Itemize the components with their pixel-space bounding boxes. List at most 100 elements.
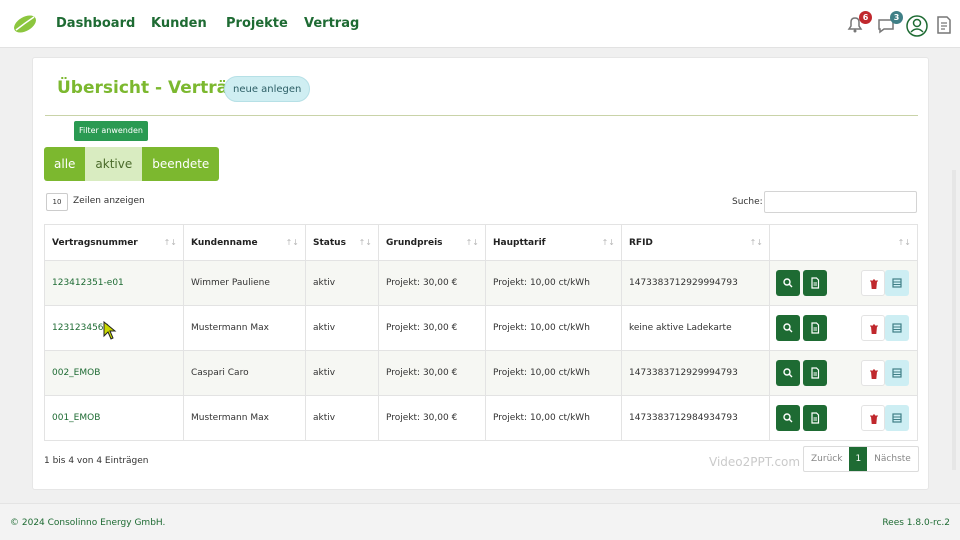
table-info: 1 bis 4 von 4 Einträgen bbox=[44, 456, 149, 466]
base-price-cell: Projekt: 30,00 € bbox=[378, 350, 486, 396]
delete-button[interactable] bbox=[861, 360, 885, 386]
filter-all-button[interactable]: alle bbox=[44, 147, 86, 181]
sort-icon: ↑↓ bbox=[358, 238, 372, 247]
document-button[interactable] bbox=[934, 14, 960, 40]
pagination-page-1[interactable]: 1 bbox=[849, 447, 868, 471]
sort-icon: ↑↓ bbox=[897, 238, 911, 247]
messages-badge: 3 bbox=[890, 11, 903, 24]
filter-active-button[interactable]: aktive bbox=[85, 147, 143, 181]
alerts-badge: 6 bbox=[859, 11, 872, 24]
logo-leaf-icon[interactable] bbox=[12, 13, 38, 35]
trash-icon bbox=[870, 369, 878, 379]
col-header-status[interactable]: Status ↑↓ bbox=[305, 224, 379, 261]
sort-icon: ↑↓ bbox=[601, 238, 615, 247]
page-length-select[interactable]: 10 bbox=[46, 193, 68, 211]
apply-filter-button[interactable]: Filter anwenden bbox=[74, 121, 148, 141]
tariff-cell: Projekt: 10,00 ct/kWh bbox=[485, 305, 622, 351]
view-button[interactable] bbox=[776, 360, 800, 386]
bell-button[interactable]: 6 bbox=[844, 11, 872, 40]
col-header-haupttarif[interactable]: Haupttarif ↑↓ bbox=[485, 224, 622, 261]
search-icon bbox=[783, 323, 793, 333]
details-button[interactable] bbox=[885, 405, 909, 431]
messages-button[interactable]: 3 bbox=[875, 11, 903, 40]
col-header-kundenname[interactable]: Kundenname ↑↓ bbox=[183, 224, 306, 261]
pagination-next-button[interactable]: Nächste bbox=[867, 447, 918, 471]
status-cell: aktiv bbox=[305, 350, 379, 396]
view-button[interactable] bbox=[776, 270, 800, 296]
search-input[interactable] bbox=[764, 191, 917, 213]
page-length-label: Zeilen anzeigen bbox=[73, 196, 145, 206]
base-price-cell: Projekt: 30,00 € bbox=[378, 260, 486, 306]
filter-ended-button[interactable]: beendete bbox=[142, 147, 220, 181]
rfid-cell: 1473383712984934793 bbox=[621, 395, 770, 441]
details-button[interactable] bbox=[885, 270, 909, 296]
nav-dashboard[interactable]: Dashboard bbox=[56, 16, 135, 31]
contract-number-link[interactable]: 123412351-e01 bbox=[44, 260, 184, 306]
file-icon bbox=[811, 277, 820, 289]
nav-vertrag[interactable]: Vertrag bbox=[304, 16, 359, 31]
document-icon bbox=[937, 16, 951, 34]
table-header-row: Vertragsnummer ↑↓ Kundenname ↑↓ Status ↑↓ G… bbox=[44, 224, 918, 261]
col-header-actions[interactable]: ↑↓ bbox=[769, 224, 918, 261]
details-button[interactable] bbox=[885, 315, 909, 341]
list-icon bbox=[892, 368, 902, 378]
search-label: Suche: bbox=[732, 197, 763, 207]
new-contract-button[interactable]: neue anlegen bbox=[224, 76, 311, 102]
col-header-vertragsnummer[interactable]: Vertragsnummer ↑↓ bbox=[44, 224, 184, 261]
list-icon bbox=[892, 323, 902, 333]
nav-kunden[interactable]: Kunden bbox=[151, 16, 207, 31]
list-icon bbox=[892, 413, 902, 423]
list-icon bbox=[892, 278, 902, 288]
copyright: © 2024 Consolinno Energy GmbH. bbox=[10, 518, 166, 528]
sort-icon: ↑↓ bbox=[465, 238, 479, 247]
pagination: Zurück 1 Nächste bbox=[803, 446, 919, 472]
rfid-cell: keine aktive Ladekarte bbox=[621, 305, 770, 351]
version-label: Rees 1.8.0-rc.2 bbox=[882, 518, 950, 528]
status-filter-group: alle aktive beendete bbox=[44, 147, 220, 181]
sort-icon: ↑↓ bbox=[285, 238, 299, 247]
delete-button[interactable] bbox=[861, 270, 885, 296]
pagination-prev-button[interactable]: Zurück bbox=[804, 447, 849, 471]
table-row: 002_EMOB Caspari Caro aktiv Projekt: 30,00 … bbox=[44, 350, 918, 396]
contract-number-link[interactable]: 002_EMOB bbox=[44, 350, 184, 396]
table-row: 1231234569 Mustermann Max aktiv Projekt: 30… bbox=[44, 305, 918, 351]
trash-icon bbox=[870, 324, 878, 334]
document-button[interactable] bbox=[803, 405, 827, 431]
mouse-cursor-icon bbox=[103, 321, 117, 340]
nav-projekte[interactable]: Projekte bbox=[226, 16, 288, 31]
search-icon bbox=[783, 278, 793, 288]
col-header-grundpreis[interactable]: Grundpreis ↑↓ bbox=[378, 224, 486, 261]
delete-button[interactable] bbox=[861, 405, 885, 431]
tariff-cell: Projekt: 10,00 ct/kWh bbox=[485, 260, 622, 306]
user-button[interactable] bbox=[905, 14, 931, 40]
watermark: Video2PPT.com bbox=[709, 455, 801, 469]
customer-name: Mustermann Max bbox=[183, 305, 306, 351]
details-button[interactable] bbox=[885, 360, 909, 386]
status-cell: aktiv bbox=[305, 260, 379, 306]
page-title: Übersicht - Verträge bbox=[57, 78, 252, 98]
trash-icon bbox=[870, 279, 878, 289]
scrollbar[interactable] bbox=[952, 170, 956, 470]
view-button[interactable] bbox=[776, 405, 800, 431]
document-button[interactable] bbox=[803, 270, 827, 296]
file-icon bbox=[811, 367, 820, 379]
actions-cell bbox=[769, 305, 918, 351]
footer: © 2024 Consolinno Energy GmbH. Rees 1.8.… bbox=[0, 503, 960, 540]
actions-cell bbox=[769, 350, 918, 396]
tariff-cell: Projekt: 10,00 ct/kWh bbox=[485, 350, 622, 396]
search-icon bbox=[783, 368, 793, 378]
contract-number-link[interactable]: 001_EMOB bbox=[44, 395, 184, 441]
file-icon bbox=[811, 412, 820, 424]
document-button[interactable] bbox=[803, 360, 827, 386]
delete-button[interactable] bbox=[861, 315, 885, 341]
sort-icon: ↑↓ bbox=[163, 238, 177, 247]
contracts-table: Vertragsnummer ↑↓ Kundenname ↑↓ Status ↑↓ G… bbox=[44, 224, 918, 441]
customer-name: Caspari Caro bbox=[183, 350, 306, 396]
sort-icon: ↑↓ bbox=[749, 238, 763, 247]
document-button[interactable] bbox=[803, 315, 827, 341]
base-price-cell: Projekt: 30,00 € bbox=[378, 395, 486, 441]
view-button[interactable] bbox=[776, 315, 800, 341]
col-header-rfid[interactable]: RFID ↑↓ bbox=[621, 224, 770, 261]
actions-cell bbox=[769, 395, 918, 441]
table-row: 123412351-e01 Wimmer Pauliene aktiv Projekt… bbox=[44, 260, 918, 306]
